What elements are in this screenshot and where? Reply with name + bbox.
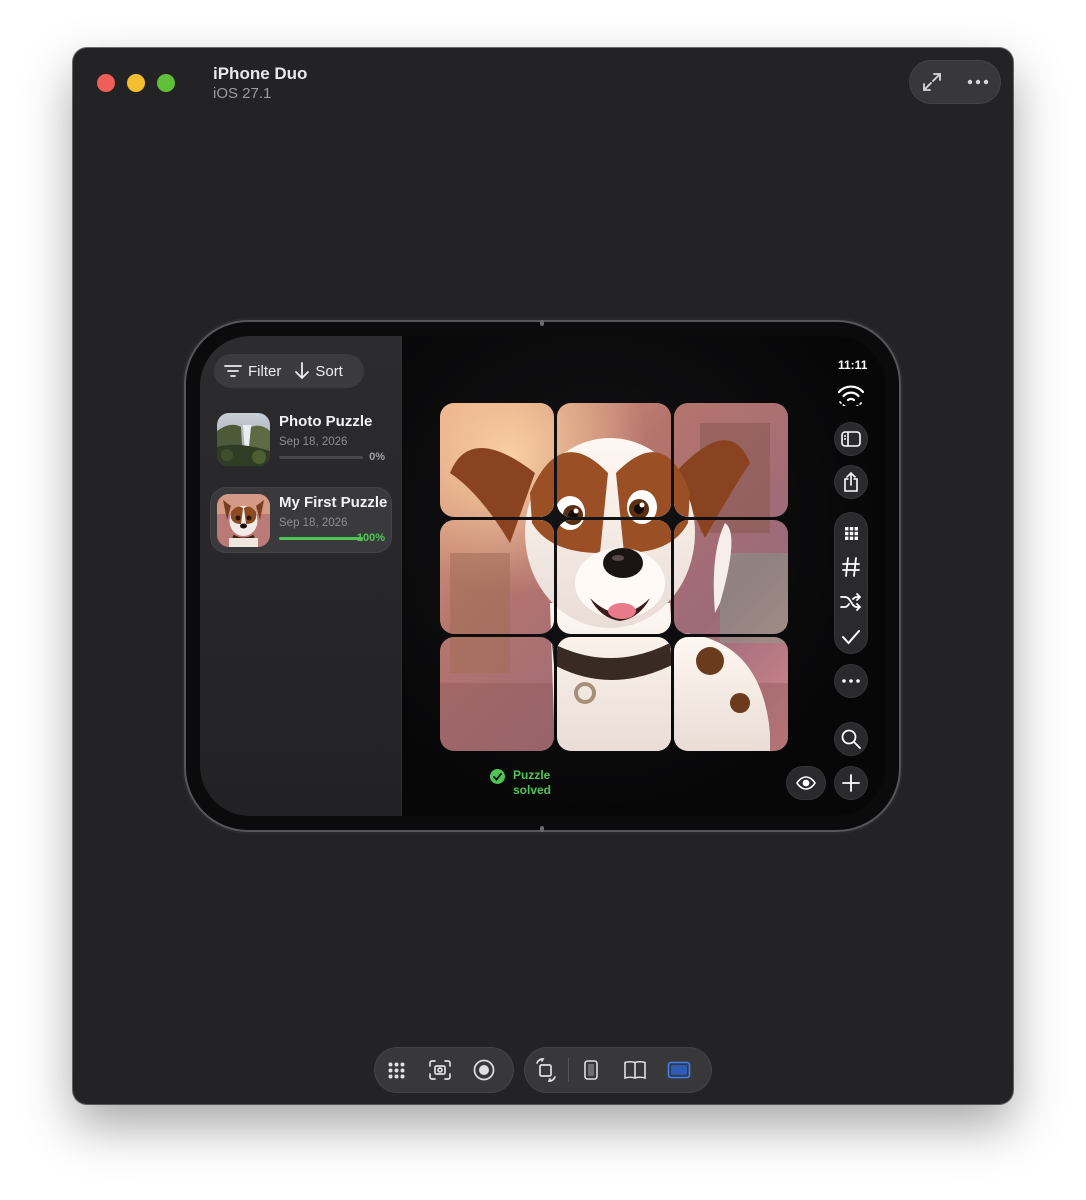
puzzle-tile[interactable] <box>557 637 671 751</box>
device-hinge-marker <box>540 826 544 832</box>
expand-arrows-icon[interactable] <box>914 64 950 100</box>
window-title: iPhone Duo <box>213 64 308 83</box>
checkmark-circle-icon <box>490 769 505 784</box>
share-button[interactable] <box>834 465 868 499</box>
puzzle-board <box>440 403 788 751</box>
phone-folded-icon[interactable] <box>569 1050 613 1090</box>
device-hinge-marker <box>540 320 544 326</box>
progress-percent: 100% <box>356 532 385 544</box>
puzzle-tile[interactable] <box>557 403 671 517</box>
filter-label: Filter <box>248 362 282 380</box>
foldable-device-frame: Filter Sort Photo Puzzle Sep 18, 2026 0%… <box>186 322 899 830</box>
device-orientation-controls <box>524 1047 712 1093</box>
puzzle-tile[interactable] <box>440 520 554 634</box>
puzzle-tile[interactable] <box>674 403 788 517</box>
phone-open-landscape-icon[interactable] <box>657 1050 701 1090</box>
puzzle-tile[interactable] <box>557 520 671 634</box>
grid-icon[interactable] <box>834 516 868 550</box>
filter-button[interactable]: Filter <box>224 363 281 380</box>
puzzle-thumbnail-dog <box>217 494 270 547</box>
progress-bar <box>279 456 363 459</box>
solved-label: Puzzle solved <box>513 768 552 797</box>
sort-button[interactable]: Sort <box>295 362 343 380</box>
search-icon <box>841 729 861 749</box>
search-button[interactable] <box>834 722 868 756</box>
puzzle-title: Photo Puzzle <box>279 413 373 430</box>
status-bar-time: 11:11 <box>838 358 868 372</box>
sidebar-toggle-button[interactable] <box>834 422 868 456</box>
more-horizontal-icon[interactable] <box>960 64 996 100</box>
sidebar-toggle-icon <box>841 431 861 447</box>
arrow-down-icon <box>295 362 310 380</box>
puzzle-tools-group <box>834 512 868 654</box>
filter-sort-bar: Filter Sort <box>214 354 364 388</box>
simulator-controls <box>374 1047 514 1093</box>
puzzle-sidebar: Filter Sort Photo Puzzle Sep 18, 2026 0%… <box>200 336 402 816</box>
add-button[interactable] <box>834 766 868 800</box>
more-button[interactable] <box>834 664 868 698</box>
phone-open-portrait-icon[interactable] <box>613 1050 657 1090</box>
zoom-window-button[interactable] <box>157 74 175 92</box>
preview-button[interactable] <box>786 766 826 800</box>
puzzle-date: Sep 18, 2026 <box>279 517 348 529</box>
more-icon <box>842 679 860 683</box>
puzzle-tile[interactable] <box>674 637 788 751</box>
shuffle-icon[interactable] <box>834 585 868 619</box>
checkmark-icon[interactable] <box>834 620 868 654</box>
hash-icon[interactable] <box>834 550 868 584</box>
puzzle-date: Sep 18, 2026 <box>279 436 348 448</box>
puzzle-tile[interactable] <box>674 520 788 634</box>
rotate-icon[interactable] <box>524 1050 568 1090</box>
puzzle-tile[interactable] <box>440 403 554 517</box>
minimize-window-button[interactable] <box>127 74 145 92</box>
puzzle-thumbnail-waterfall <box>217 413 270 466</box>
window-toolbar <box>909 60 1001 104</box>
puzzle-list-item[interactable]: Photo Puzzle Sep 18, 2026 0% <box>210 406 392 472</box>
progress-bar <box>279 537 363 540</box>
progress-percent: 0% <box>369 451 385 463</box>
close-window-button[interactable] <box>97 74 115 92</box>
progress-fill <box>279 537 363 540</box>
puzzle-list-item-selected[interactable]: My First Puzzle Sep 18, 2026 100% <box>210 487 392 553</box>
filter-lines-icon <box>224 365 242 377</box>
puzzle-tile[interactable] <box>440 637 554 751</box>
plus-icon <box>842 774 860 792</box>
sort-label: Sort <box>315 362 343 380</box>
screenshot-icon[interactable] <box>418 1050 462 1090</box>
puzzle-title: My First Puzzle <box>279 494 388 511</box>
home-grid-icon[interactable] <box>374 1050 418 1090</box>
share-icon <box>844 472 858 492</box>
puzzle-solved-status: Puzzle solved <box>490 768 551 798</box>
record-icon[interactable] <box>462 1050 506 1090</box>
window-subtitle: iOS 27.1 <box>213 85 272 102</box>
wifi-icon <box>834 376 868 410</box>
eye-icon <box>796 776 816 790</box>
puzzle-board-area: Puzzle solved 11:11 <box>402 336 885 816</box>
device-screen: Filter Sort Photo Puzzle Sep 18, 2026 0%… <box>200 336 885 816</box>
